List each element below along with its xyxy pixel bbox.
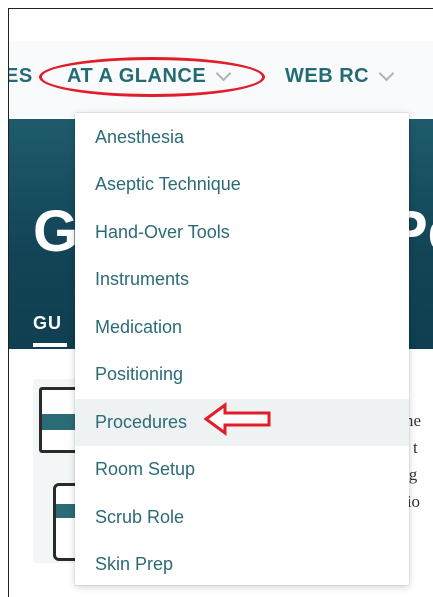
nav-item-label: WEB RC bbox=[285, 65, 370, 87]
nav-item-label: AT A GLANCE bbox=[67, 65, 207, 87]
screenshot-frame: ES AT A GLANCE WEB RC G Pe GU S tome ing… bbox=[8, 8, 433, 597]
hero-tab-underline bbox=[33, 343, 67, 347]
dropdown-item-skin-prep[interactable]: Skin Prep bbox=[75, 541, 409, 585]
chevron-down-icon bbox=[378, 65, 395, 82]
dropdown-item-positioning[interactable]: Positioning bbox=[75, 351, 409, 399]
top-navigation: ES AT A GLANCE WEB RC bbox=[9, 41, 433, 117]
hero-tab[interactable]: GU bbox=[33, 313, 62, 334]
dropdown-item-hand-over-tools[interactable]: Hand-Over Tools bbox=[75, 209, 409, 257]
hero-title: G bbox=[33, 199, 80, 264]
nav-item-at-a-glance[interactable]: AT A GLANCE bbox=[67, 65, 232, 88]
nav-item-label: ES bbox=[9, 65, 33, 87]
dropdown-item-procedures[interactable]: Procedures bbox=[75, 398, 409, 446]
dropdown-item-instruments[interactable]: Instruments bbox=[75, 256, 409, 304]
chevron-down-icon bbox=[215, 65, 232, 82]
nav-item-web-rc[interactable]: WEB RC bbox=[285, 65, 395, 88]
dropdown-list: Anesthesia Aseptic Technique Hand-Over T… bbox=[75, 113, 409, 585]
dropdown-item-medication[interactable]: Medication bbox=[75, 304, 409, 352]
dropdown-item-anesthesia[interactable]: Anesthesia bbox=[75, 113, 409, 161]
dropdown-item-scrub-role[interactable]: Scrub Role bbox=[75, 494, 409, 542]
dropdown-item-aseptic-technique[interactable]: Aseptic Technique bbox=[75, 161, 409, 209]
dropdown-item-room-setup[interactable]: Room Setup bbox=[75, 446, 409, 494]
at-a-glance-dropdown: Anesthesia Aseptic Technique Hand-Over T… bbox=[75, 113, 409, 585]
nav-item-prev[interactable]: ES bbox=[9, 65, 33, 88]
